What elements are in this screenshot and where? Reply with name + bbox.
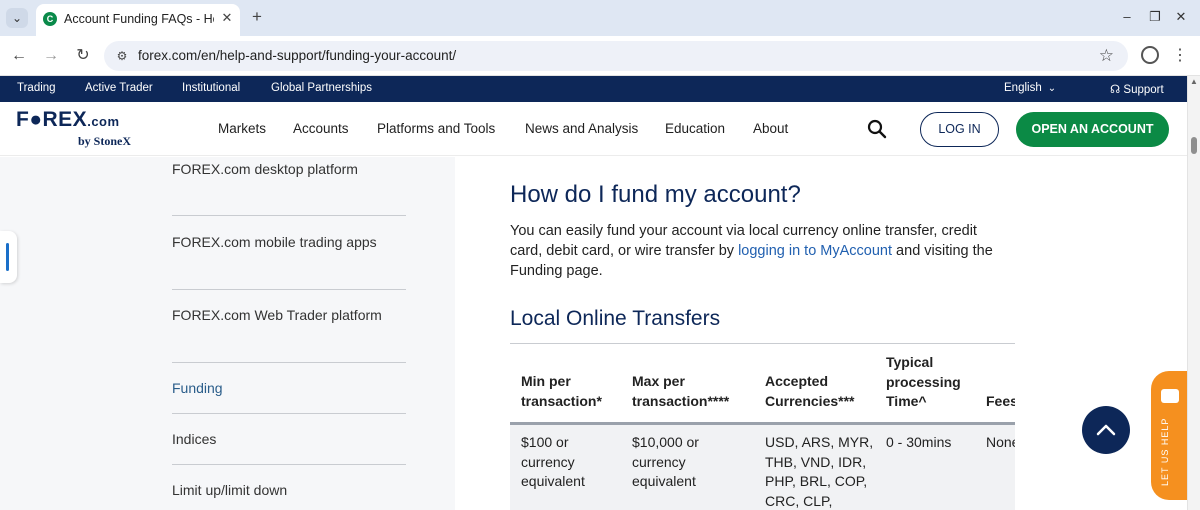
support-label: Support bbox=[1123, 84, 1164, 96]
logo-wordmark: F●REX.com bbox=[16, 108, 146, 132]
sidebar-item-web-trader[interactable]: FOREX.com Web Trader platform bbox=[172, 304, 406, 326]
table-top-border bbox=[510, 343, 1015, 344]
site-info-tune-icon[interactable]: ⚙ bbox=[114, 48, 130, 64]
table-header-processing-time: Typical processing Time^ bbox=[886, 354, 961, 409]
sidebar-item-limit-up-limit-down[interactable]: Limit up/limit down bbox=[172, 479, 406, 501]
support-link[interactable]: ☊ Support bbox=[1110, 82, 1164, 96]
search-icon[interactable] bbox=[867, 119, 887, 139]
logo-forex: F●REX bbox=[16, 108, 88, 131]
chevron-up-icon bbox=[1096, 424, 1116, 436]
funding-table: Min per transaction* Max per transaction… bbox=[510, 343, 1015, 510]
page-heading: How do I fund my account? bbox=[510, 181, 801, 208]
minimize-icon[interactable]: – bbox=[1118, 8, 1136, 26]
nav-about[interactable]: About bbox=[753, 121, 788, 136]
let-us-help-label: LET US HELP bbox=[1160, 417, 1170, 486]
sidebar-divider bbox=[172, 289, 406, 290]
forex-favicon-icon: C bbox=[43, 12, 57, 26]
login-button[interactable]: LOG IN bbox=[920, 112, 999, 147]
sidebar-item-indices[interactable]: Indices bbox=[172, 428, 406, 450]
page-scrollbar[interactable]: ▲ bbox=[1187, 76, 1200, 510]
logo-dotcom: .com bbox=[87, 114, 120, 129]
site-top-strip: Trading Active Trader Institutional Glob… bbox=[0, 76, 1187, 102]
sidebar-divider bbox=[172, 362, 406, 363]
browser-tab-active[interactable]: C Account Funding FAQs - Help and Suppor… bbox=[36, 4, 240, 36]
tab-title: Account Funding FAQs - Help and Support bbox=[64, 12, 214, 26]
back-to-top-button[interactable] bbox=[1082, 406, 1130, 454]
sidebar-item-desktop-platform[interactable]: FOREX.com desktop platform bbox=[172, 158, 406, 180]
table-cell-currencies: USD, ARS, MYR, THB, VND, IDR, PHP, BRL, … bbox=[765, 434, 874, 509]
address-bar[interactable]: ⚙ forex.com/en/help-and-support/funding-… bbox=[104, 41, 1128, 71]
top-link-trading[interactable]: Trading bbox=[17, 82, 56, 94]
chevron-down-icon: ⌄ bbox=[1047, 83, 1057, 94]
table-cell-min: $100 or currency equivalent bbox=[521, 434, 585, 489]
url-text[interactable]: forex.com/en/help-and-support/funding-yo… bbox=[138, 48, 456, 63]
scroll-thumb[interactable] bbox=[1191, 137, 1197, 154]
sidebar-item-funding[interactable]: Funding bbox=[172, 377, 406, 399]
browser-toolbar: ← → ↻ ⚙ forex.com/en/help-and-support/fu… bbox=[0, 36, 1200, 76]
side-tab-indicator bbox=[6, 243, 9, 271]
window-close-icon[interactable]: ✕ bbox=[1172, 8, 1190, 26]
browser-tab-strip: ⌄ C Account Funding FAQs - Help and Supp… bbox=[0, 0, 1200, 36]
language-label: English bbox=[1004, 82, 1042, 94]
top-link-active-trader[interactable]: Active Trader bbox=[85, 82, 153, 94]
browser-menu-kebab-icon[interactable]: ⋮ bbox=[1172, 45, 1188, 67]
tab-search-chevron-icon[interactable]: ⌄ bbox=[6, 8, 28, 28]
scroll-up-arrow-icon[interactable]: ▲ bbox=[1190, 77, 1198, 86]
side-collapse-tab[interactable] bbox=[0, 231, 17, 283]
forward-arrow-icon[interactable]: → bbox=[40, 45, 62, 67]
nav-education[interactable]: Education bbox=[665, 121, 725, 136]
nav-news-and-analysis[interactable]: News and Analysis bbox=[525, 121, 638, 136]
nav-accounts[interactable]: Accounts bbox=[293, 121, 349, 136]
chat-bubble-icon bbox=[1161, 389, 1179, 403]
table-header-currencies: Accepted Currencies*** bbox=[765, 373, 855, 409]
top-link-institutional[interactable]: Institutional bbox=[182, 82, 240, 94]
sidebar-divider bbox=[172, 215, 406, 216]
table-header-max: Max per transaction**** bbox=[632, 373, 730, 409]
language-selector[interactable]: English ⌄ bbox=[1004, 82, 1056, 94]
intro-paragraph: You can easily fund your account via loc… bbox=[510, 221, 1010, 281]
sidebar-item-mobile-apps[interactable]: FOREX.com mobile trading apps bbox=[172, 231, 406, 253]
myaccount-login-link[interactable]: logging in to MyAccount bbox=[738, 243, 892, 259]
nav-platforms-and-tools[interactable]: Platforms and Tools bbox=[377, 121, 495, 136]
logo-by-stonex: by StoneX bbox=[78, 134, 132, 148]
restore-icon[interactable]: ❐ bbox=[1146, 8, 1164, 26]
table-cell-fees: None bbox=[986, 434, 1015, 450]
sidebar-divider bbox=[172, 413, 406, 414]
table-header-min: Min per transaction* bbox=[521, 373, 602, 409]
open-account-button[interactable]: OPEN AN ACCOUNT bbox=[1016, 112, 1169, 147]
profile-avatar-icon[interactable] bbox=[1141, 46, 1159, 64]
bookmark-star-icon[interactable]: ☆ bbox=[1099, 46, 1114, 66]
forex-logo[interactable]: F●REX.com by StoneX bbox=[16, 108, 146, 152]
page-content: FOREX.com desktop platform FOREX.com mob… bbox=[0, 157, 1187, 510]
let-us-help-tab[interactable]: LET US HELP bbox=[1151, 371, 1187, 500]
reload-icon[interactable]: ↻ bbox=[72, 45, 94, 67]
table-cell-max: $10,000 or currency equivalent bbox=[632, 434, 699, 489]
nav-markets[interactable]: Markets bbox=[218, 121, 266, 136]
table-cell-processing-time: 0 - 30mins bbox=[886, 434, 952, 450]
site-main-header: F●REX.com by StoneX Markets Accounts Pla… bbox=[0, 102, 1187, 156]
table-header-fees: Fees bbox=[986, 393, 1015, 409]
new-tab-plus-icon[interactable]: + bbox=[249, 8, 265, 26]
sidebar-background bbox=[0, 157, 455, 510]
headset-icon: ☊ bbox=[1110, 84, 1124, 96]
tab-close-icon[interactable]: ✕ bbox=[219, 10, 235, 26]
sidebar-divider bbox=[172, 464, 406, 465]
top-link-global-partnerships[interactable]: Global Partnerships bbox=[271, 82, 372, 94]
section-heading-local-transfers: Local Online Transfers bbox=[510, 307, 721, 330]
back-arrow-icon[interactable]: ← bbox=[8, 45, 30, 67]
